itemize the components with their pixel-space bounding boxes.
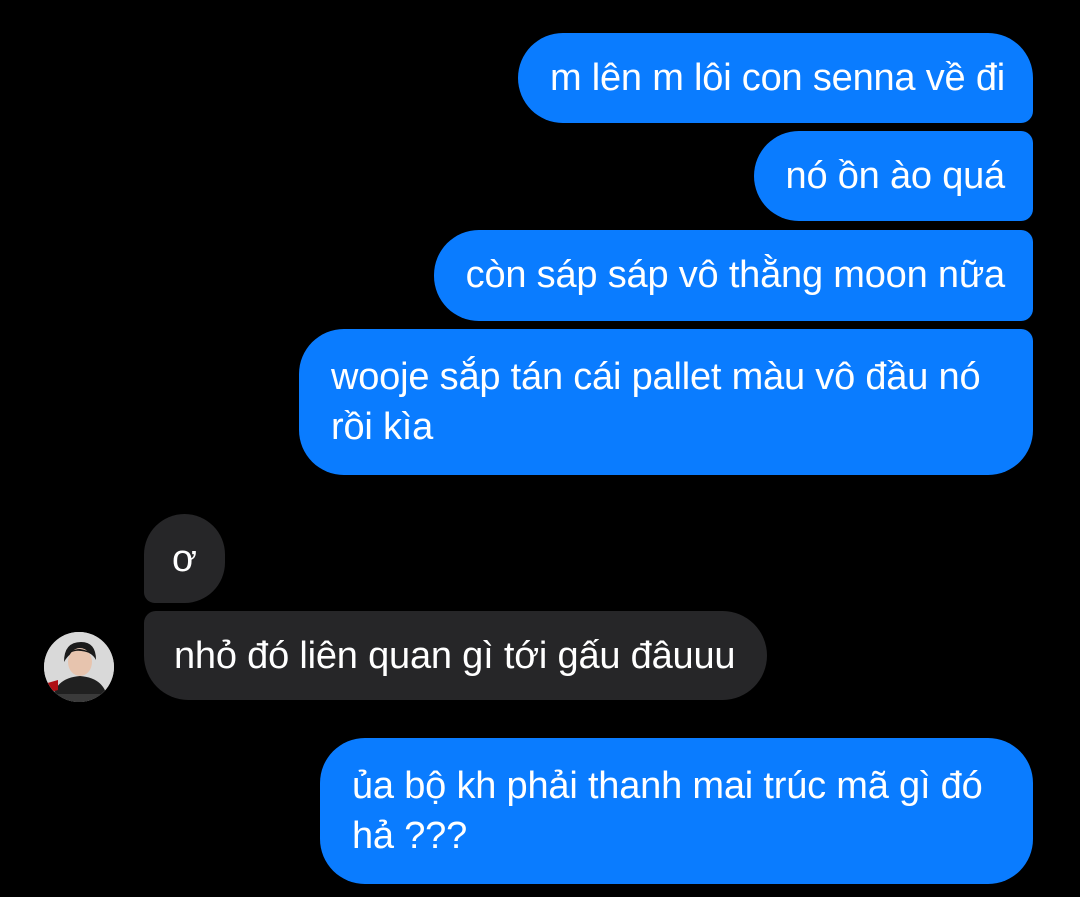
message-text: nhỏ đó liên quan gì tới gấu đâuuu xyxy=(174,635,736,677)
incoming-message-bubble[interactable]: ơ xyxy=(144,514,225,603)
outgoing-message-bubble[interactable]: m lên m lôi con senna về đi xyxy=(517,33,1033,123)
outgoing-message-bubble[interactable]: còn sáp sáp vô thằng moon nữa xyxy=(433,230,1033,321)
message-text: ơ xyxy=(172,538,197,580)
incoming-message-bubble[interactable]: nhỏ đó liên quan gì tới gấu đâuuu xyxy=(144,611,768,700)
outgoing-message-bubble[interactable]: wooje sắp tán cái pallet màu vô đầu nó r… xyxy=(299,329,1033,475)
message-text: m lên m lôi con senna về đi xyxy=(549,57,1005,99)
message-text: ủa bộ kh phải thanh mai trúc mã gì đó hả… xyxy=(352,765,983,857)
message-text: wooje sắp tán cái pallet màu vô đầu nó r… xyxy=(331,356,981,448)
message-text: còn sáp sáp vô thằng moon nữa xyxy=(465,254,1006,296)
outgoing-message-bubble[interactable]: ủa bộ kh phải thanh mai trúc mã gì đó hả… xyxy=(320,738,1033,884)
contact-avatar[interactable] xyxy=(44,632,114,702)
profile-photo-icon xyxy=(44,632,114,702)
outgoing-message-bubble[interactable]: nó ồn ào quá xyxy=(753,131,1033,221)
message-text: nó ồn ào quá xyxy=(785,155,1006,197)
